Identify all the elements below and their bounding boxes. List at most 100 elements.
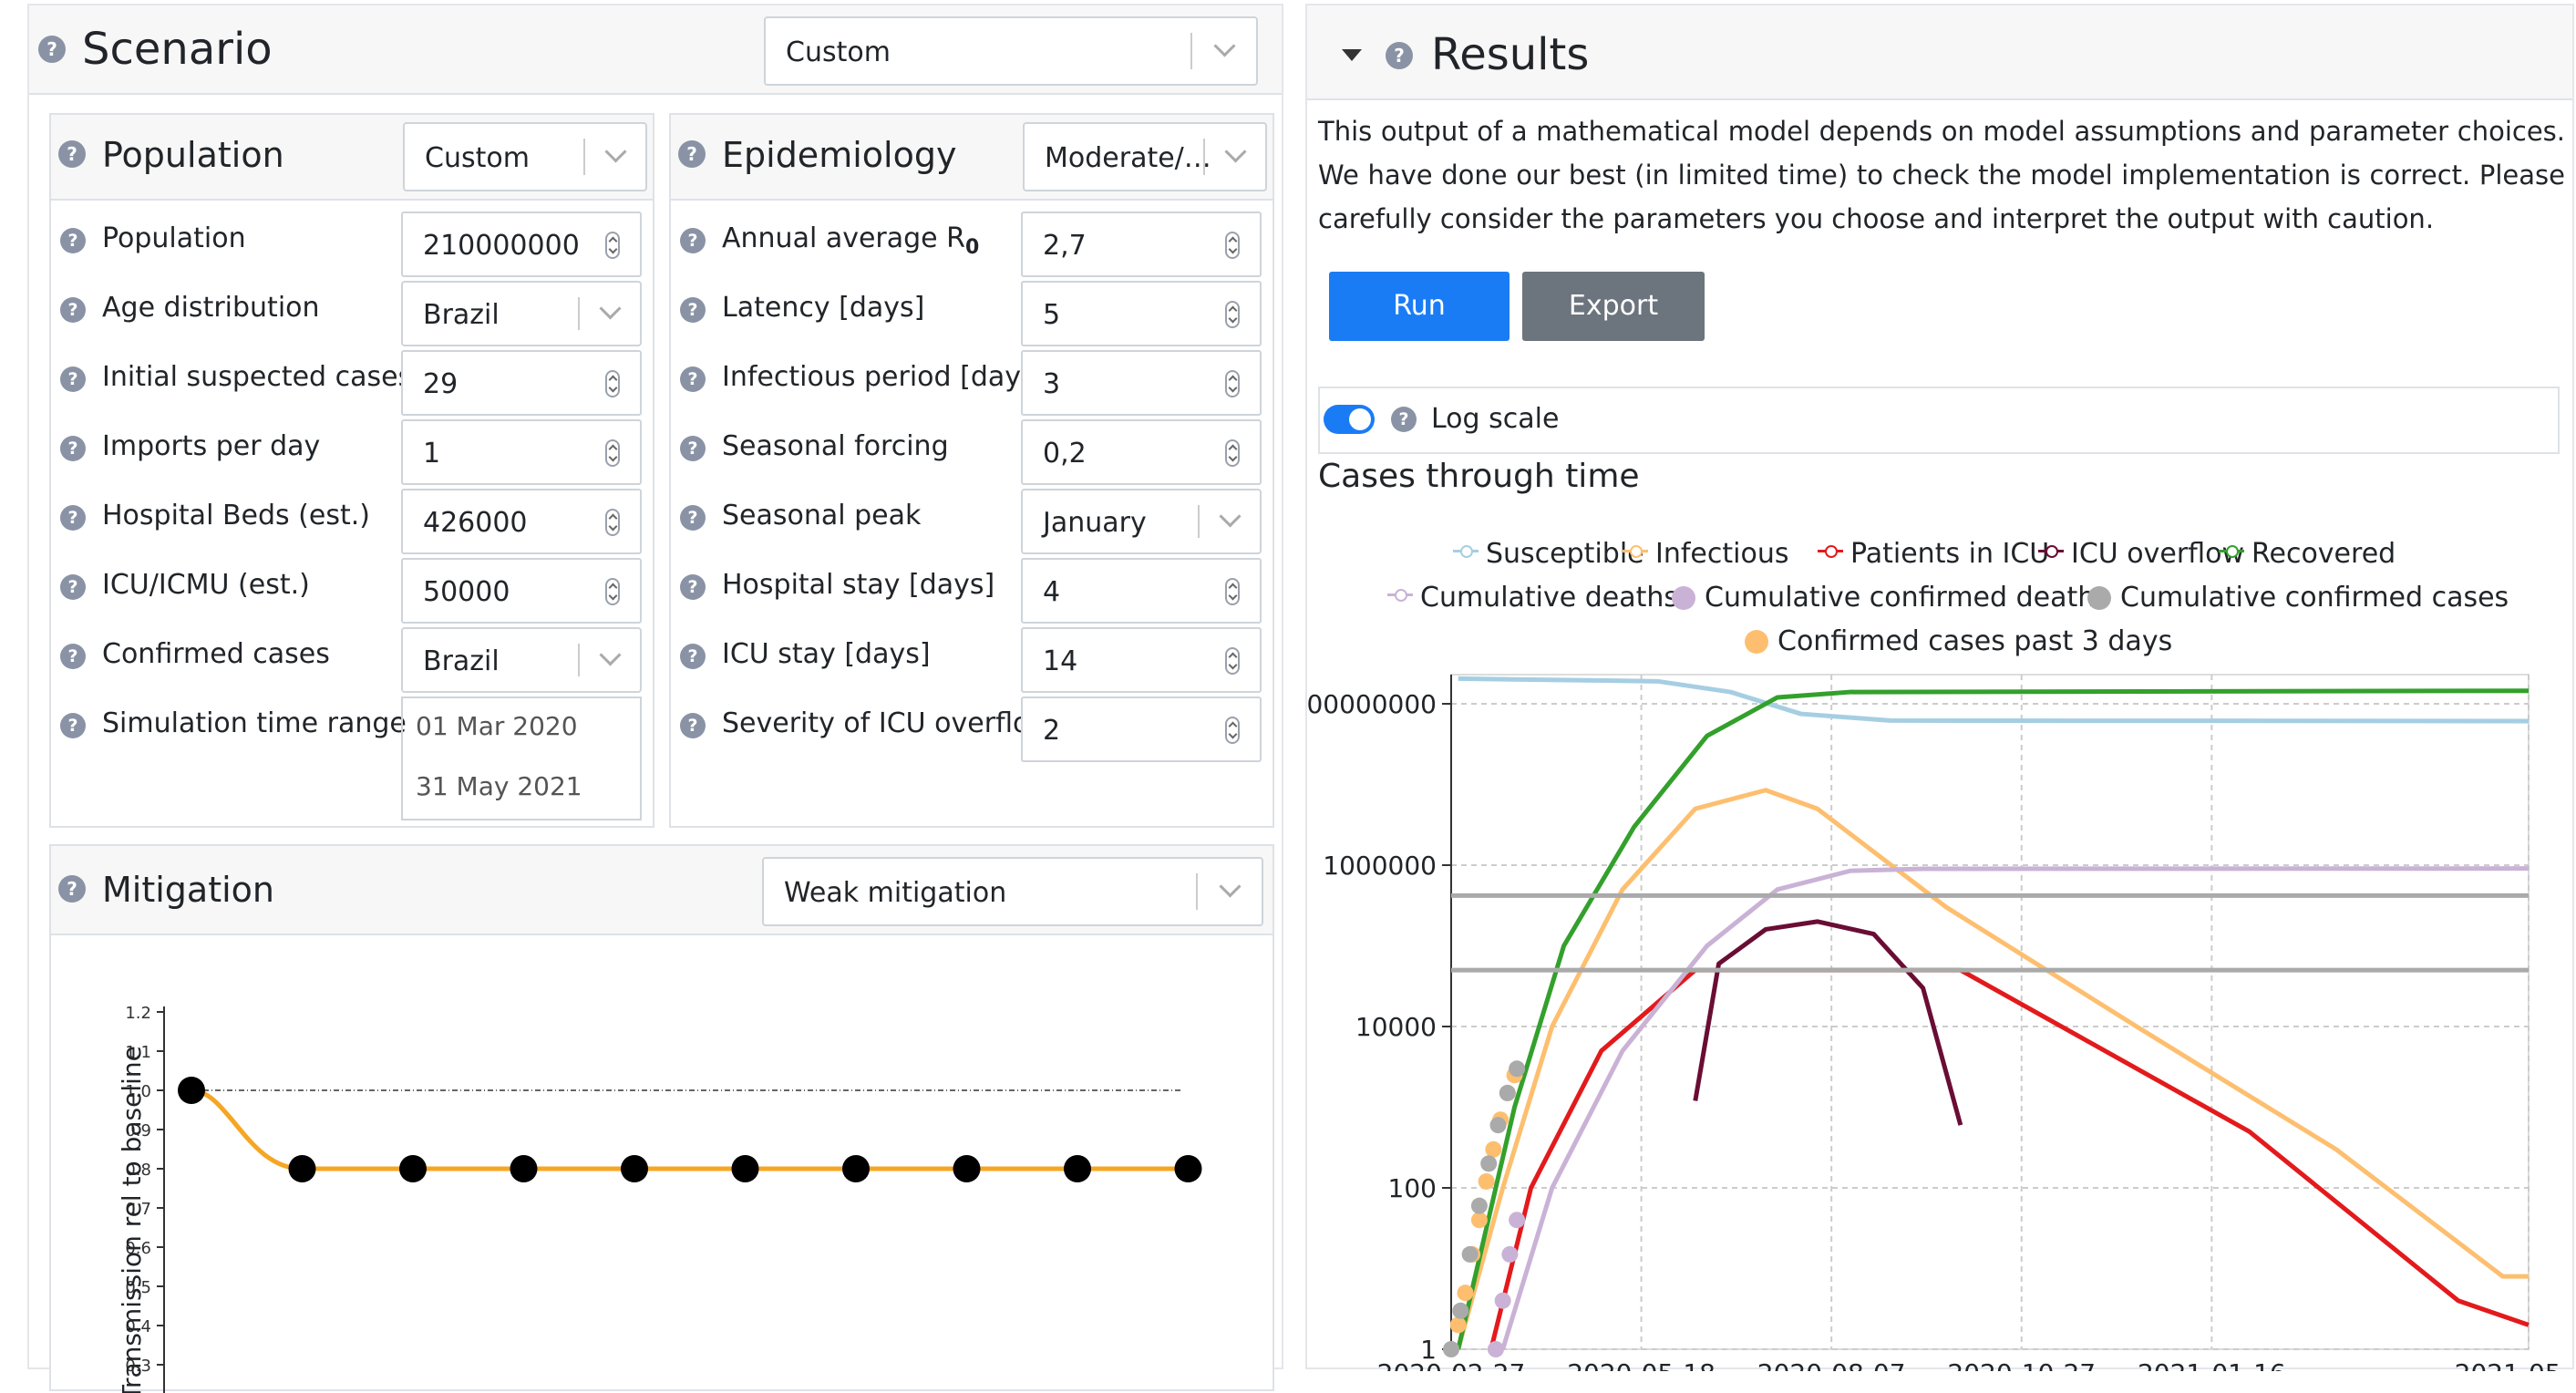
epidemiology-input-infectious-period-days[interactable]: 3 bbox=[1021, 350, 1262, 416]
log-scale-toggle[interactable] bbox=[1324, 405, 1375, 434]
help-icon[interactable]: ? bbox=[60, 644, 86, 669]
help-icon[interactable]: ? bbox=[60, 297, 86, 323]
epidemiology-label-icu-stay-days: ICU stay [days] bbox=[722, 638, 931, 670]
stepper-icon[interactable] bbox=[605, 578, 620, 605]
label-text: Seasonal peak bbox=[722, 500, 922, 531]
stepper-icon[interactable] bbox=[1225, 439, 1240, 467]
mitigation-point[interactable] bbox=[842, 1155, 870, 1182]
help-icon[interactable]: ? bbox=[680, 436, 706, 461]
mitigation-point[interactable] bbox=[288, 1155, 316, 1182]
select-value: Brazil bbox=[423, 645, 500, 677]
help-icon[interactable]: ? bbox=[60, 436, 86, 461]
stepper-icon[interactable] bbox=[1225, 370, 1240, 397]
epidemiology-preset-select[interactable]: Moderate/… bbox=[1023, 122, 1267, 191]
help-icon[interactable]: ? bbox=[680, 297, 706, 323]
stepper-icon[interactable] bbox=[605, 370, 620, 397]
help-icon[interactable]: ? bbox=[680, 505, 706, 531]
population-preset-select[interactable]: Custom bbox=[403, 122, 647, 191]
help-icon[interactable]: ? bbox=[680, 713, 706, 738]
legend-item-infectious[interactable]: Infectious bbox=[1623, 538, 1788, 570]
help-icon[interactable]: ? bbox=[60, 505, 86, 531]
population-input-initial-suspected-cases[interactable]: 29 bbox=[401, 350, 642, 416]
results-chart[interactable]: 10000000010000001000010012020-02-272020-… bbox=[1307, 653, 2572, 1371]
help-icon[interactable]: ? bbox=[1386, 42, 1413, 69]
run-button[interactable]: Run bbox=[1329, 272, 1510, 341]
label-text: Hospital Beds (est.) bbox=[102, 500, 370, 531]
legend-item-patients-in-icu[interactable]: Patients in ICU bbox=[1818, 538, 2049, 570]
scatter-point-cumulative-confirmed-deaths bbox=[1487, 1341, 1504, 1357]
scatter-point-confirmed-cases-past-3-days bbox=[1449, 1316, 1467, 1334]
help-icon[interactable]: ? bbox=[680, 644, 706, 669]
help-icon[interactable]: ? bbox=[58, 140, 86, 168]
collapse-toggle-icon[interactable] bbox=[1342, 49, 1362, 61]
population-input-population[interactable]: 210000000 bbox=[401, 212, 642, 277]
export-button[interactable]: Export bbox=[1522, 272, 1705, 341]
population-input-imports-per-day[interactable]: 1 bbox=[401, 419, 642, 485]
epidemiology-input-icu-stay-days[interactable]: 14 bbox=[1021, 627, 1262, 693]
stepper-icon[interactable] bbox=[605, 509, 620, 536]
epidemiology-select-seasonal-peak[interactable]: January bbox=[1021, 489, 1262, 554]
epidemiology-input-hospital-stay-days[interactable]: 4 bbox=[1021, 558, 1262, 624]
legend-item-susceptible[interactable]: Susceptible bbox=[1453, 538, 1644, 570]
date-range-field[interactable]: 01 Mar 2020 31 May 2021 bbox=[401, 696, 642, 820]
epidemiology-input-annual-average-r[interactable]: 2,7 bbox=[1021, 212, 1262, 277]
legend-item-icu-overflow[interactable]: ICU overflow bbox=[2038, 538, 2244, 570]
stepper-icon[interactable] bbox=[1225, 578, 1240, 605]
label-text: Hospital stay [days] bbox=[722, 569, 995, 601]
mitigation-point[interactable] bbox=[731, 1155, 759, 1182]
legend-line-icon bbox=[1818, 545, 1843, 559]
mitigation-preset-select[interactable]: Weak mitigation bbox=[762, 857, 1263, 926]
mitigation-point[interactable] bbox=[621, 1155, 648, 1182]
mitigation-point[interactable] bbox=[1174, 1155, 1202, 1182]
stepper-icon[interactable] bbox=[1225, 647, 1240, 675]
range-end[interactable]: 31 May 2021 bbox=[416, 771, 582, 801]
series-line-icu-overflow bbox=[1693, 919, 1963, 1126]
population-select-confirmed-cases[interactable]: Brazil bbox=[401, 627, 642, 693]
epidemiology-input-severity-of-icu-overflow[interactable]: 2 bbox=[1021, 696, 1262, 762]
population-select-age-distribution[interactable]: Brazil bbox=[401, 281, 642, 346]
mitigation-point[interactable] bbox=[510, 1155, 538, 1182]
help-icon[interactable]: ? bbox=[60, 228, 86, 253]
stepper-icon[interactable] bbox=[605, 232, 620, 259]
legend-item-cumulative-confirmed-deaths[interactable]: Cumulative confirmed deaths bbox=[1672, 582, 2109, 614]
epidemiology-input-latency-days[interactable]: 5 bbox=[1021, 281, 1262, 346]
scatter-point-confirmed-cases-past-3-days bbox=[1485, 1140, 1502, 1158]
help-icon[interactable]: ? bbox=[680, 366, 706, 392]
mitigation-point[interactable] bbox=[1064, 1155, 1091, 1182]
series-line-cumulative-deaths bbox=[1500, 866, 2530, 1350]
mitigation-preset-value: Weak mitigation bbox=[784, 877, 1007, 909]
help-icon[interactable]: ? bbox=[60, 574, 86, 600]
help-icon[interactable]: ? bbox=[678, 140, 706, 168]
legend-item-cumulative-confirmed-cases[interactable]: Cumulative confirmed cases bbox=[2087, 582, 2509, 614]
population-label-imports-per-day: Imports per day bbox=[102, 430, 320, 462]
help-icon[interactable]: ? bbox=[1391, 407, 1417, 432]
mitigation-point[interactable] bbox=[399, 1155, 427, 1182]
help-icon[interactable]: ? bbox=[38, 36, 66, 63]
population-input-hospital-beds-est[interactable]: 426000 bbox=[401, 489, 642, 554]
scatter-point-confirmed-cases-past-3-days bbox=[1457, 1285, 1474, 1302]
mitigation-chart[interactable]: 1.21.11.00.90.80.70.60.50.40.3Transmissi… bbox=[51, 937, 1273, 1393]
legend-item-recovered[interactable]: Recovered bbox=[2219, 538, 2396, 570]
mitigation-point[interactable] bbox=[953, 1155, 981, 1182]
population-input-icu-icmu-est[interactable]: 50000 bbox=[401, 558, 642, 624]
legend-item-cumulative-deaths[interactable]: Cumulative deaths bbox=[1387, 582, 1678, 614]
input-value: 2,7 bbox=[1043, 230, 1087, 262]
stepper-icon[interactable] bbox=[605, 439, 620, 467]
scenario-preset-select[interactable]: Custom bbox=[764, 16, 1258, 86]
epidemiology-input-seasonal-forcing[interactable]: 0,2 bbox=[1021, 419, 1262, 485]
input-value: 426000 bbox=[423, 507, 528, 539]
stepper-icon[interactable] bbox=[1225, 717, 1240, 744]
stepper-icon[interactable] bbox=[1225, 301, 1240, 328]
label-text: Initial suspected cases bbox=[102, 361, 413, 393]
stepper-icon[interactable] bbox=[1225, 232, 1240, 259]
select-value: Brazil bbox=[423, 299, 500, 331]
help-icon[interactable]: ? bbox=[60, 366, 86, 392]
range-start[interactable]: 01 Mar 2020 bbox=[416, 711, 578, 741]
input-value: 2 bbox=[1043, 715, 1061, 747]
mitigation-point[interactable] bbox=[178, 1077, 205, 1104]
help-icon[interactable]: ? bbox=[58, 875, 86, 903]
scatter-point-cumulative-confirmed-deaths bbox=[1509, 1212, 1526, 1229]
help-icon[interactable]: ? bbox=[680, 574, 706, 600]
help-icon[interactable]: ? bbox=[680, 228, 706, 253]
help-icon[interactable]: ? bbox=[60, 713, 86, 738]
